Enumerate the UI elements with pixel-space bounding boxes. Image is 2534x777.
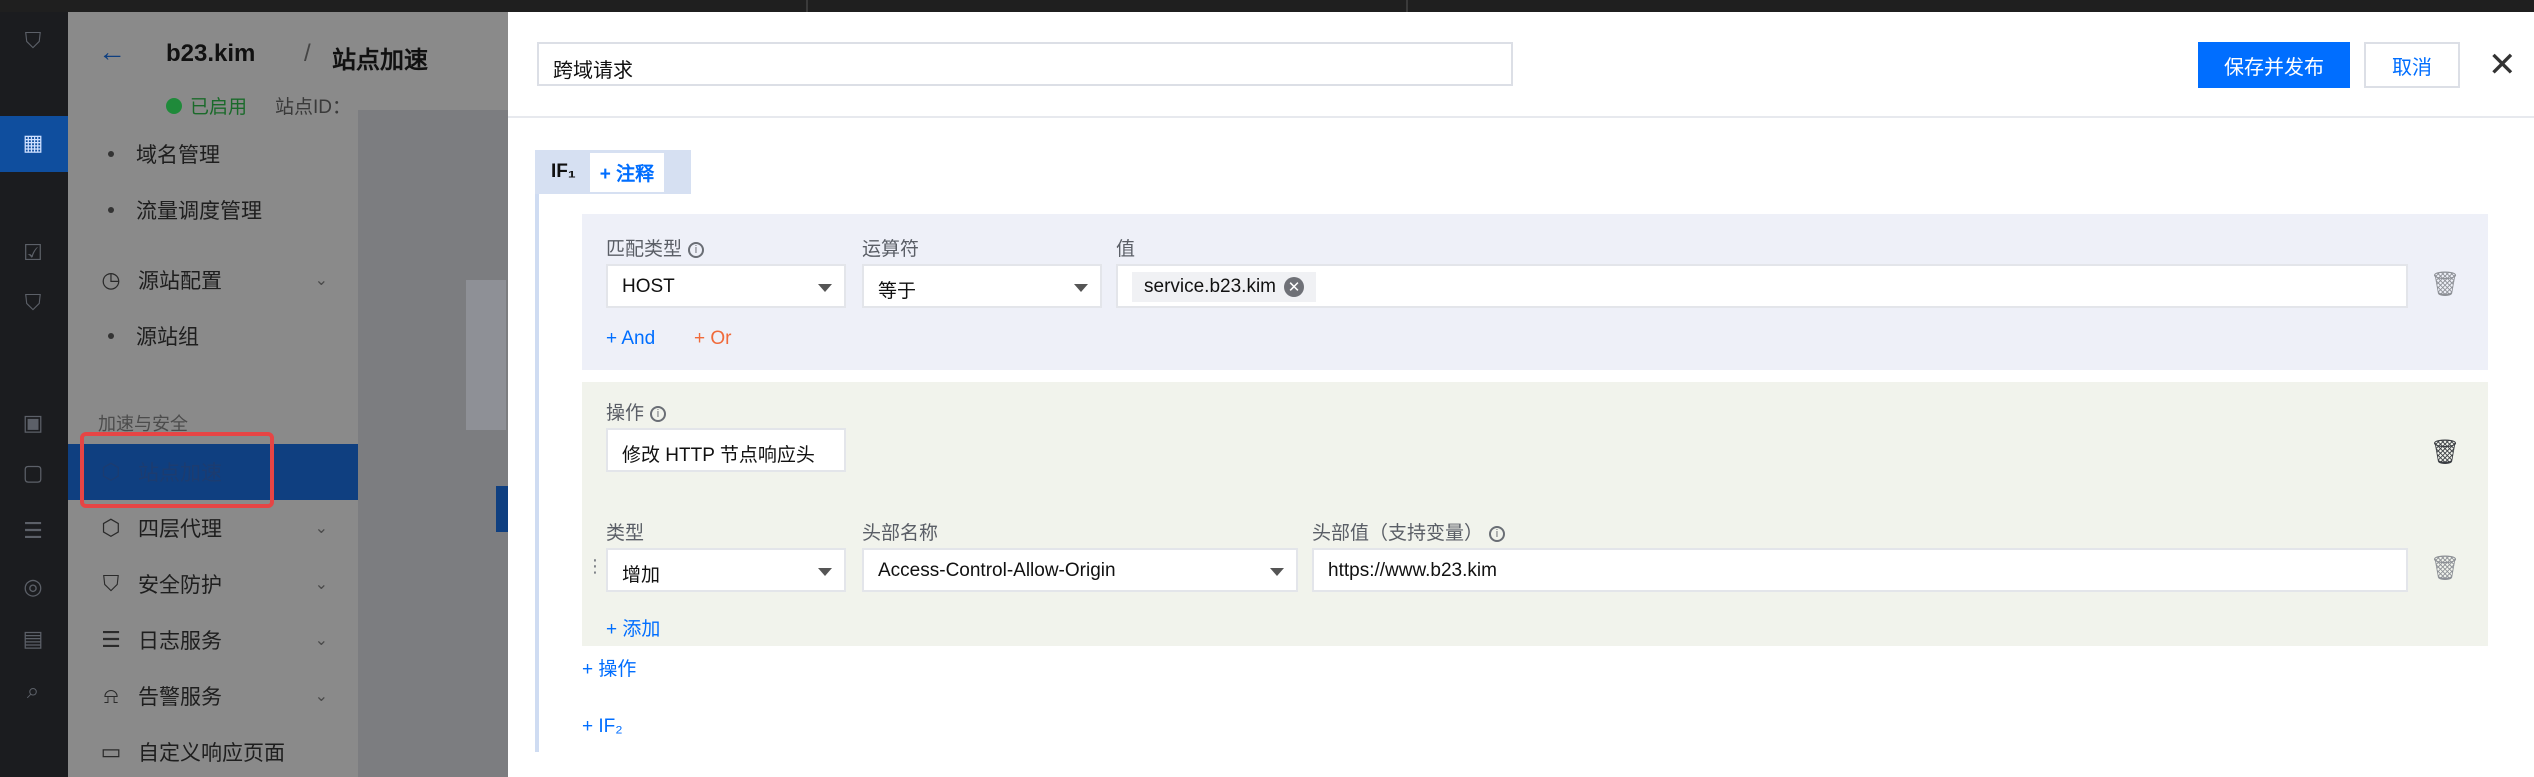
operation-select[interactable]: 修改 HTTP 节点响应头 <box>606 428 846 472</box>
sidebar-item-alerts[interactable]: ⍾ 告警服务 ⌄ <box>68 668 358 724</box>
list-icon[interactable]: ▤ <box>18 624 48 654</box>
shield-check-icon[interactable]: ⛉ <box>18 288 48 318</box>
status-dot-icon <box>166 97 182 114</box>
type-select[interactable]: 增加 <box>606 548 846 592</box>
add-operation-button[interactable]: + 操作 <box>582 654 636 681</box>
top-bar-divider <box>806 0 808 12</box>
add-header-button[interactable]: + 添加 <box>606 614 660 641</box>
value-tag: service.b23.kim ✕ <box>1132 272 1316 302</box>
status-row: 已启用 站点ID： <box>166 92 351 119</box>
header-name-select[interactable]: Access-Control-Allow-Origin <box>862 548 1298 592</box>
bullet-icon <box>108 333 114 339</box>
caret-down-icon <box>1074 284 1088 292</box>
shield-logo-icon[interactable]: ⛉ <box>18 26 48 56</box>
caret-down-icon <box>818 568 832 576</box>
alarm-icon: ⍾ <box>103 683 119 708</box>
layers-icon[interactable]: ☰ <box>18 516 48 546</box>
sidebar-item-domain[interactable]: 域名管理 <box>68 126 358 182</box>
sidebar-item-l4-proxy[interactable]: ⬡ 四层代理 ⌄ <box>68 500 358 556</box>
match-type-value: HOST <box>622 276 675 297</box>
value-tag-text: service.b23.kim <box>1144 276 1276 297</box>
sidebar-item-security[interactable]: ⛉ 安全防护 ⌄ <box>68 556 358 612</box>
rule-name-input[interactable]: 跨域请求 <box>537 42 1513 86</box>
condition-panel: 匹配类型 i 运算符 值 HOST 等于 service.b23.kim ✕ 🗑 … <box>582 214 2488 370</box>
save-publish-button[interactable]: 保存并发布 <box>2198 42 2350 88</box>
match-type-select[interactable]: HOST <box>606 264 846 308</box>
sidebar-item-origin-config[interactable]: ◷ 源站配置 ⌄ <box>68 252 358 308</box>
back-arrow-icon[interactable]: ← <box>98 36 126 68</box>
sidebar-item-custom-pages[interactable]: ▭ 自定义响应页面 <box>68 724 358 777</box>
page-title: 站点加速 <box>332 47 428 74</box>
info-icon[interactable]: i <box>1489 525 1506 542</box>
icon-rail: ⛉ ▦ ☑ ⛉ ▣ ▢ ☰ ◎ ▤ ⌕ <box>0 12 68 777</box>
history-icon: ◷ <box>101 267 121 292</box>
if-block-line <box>535 192 539 752</box>
screen-icon[interactable]: ▢ <box>18 458 48 488</box>
cancel-button[interactable]: 取消 <box>2364 42 2460 88</box>
header-name-value: Access-Control-Allow-Origin <box>878 560 1116 581</box>
highlight-box <box>80 432 274 508</box>
operator-label: 运算符 <box>862 239 920 260</box>
add-if-button[interactable]: + IF₂ <box>582 716 623 738</box>
type-value: 增加 <box>622 565 661 586</box>
status-badge: 已启用 <box>190 97 248 118</box>
header-name-label: 头部名称 <box>862 523 939 544</box>
add-or-button[interactable]: + Or <box>694 328 731 350</box>
rule-editor-drawer: 跨域请求 保存并发布 取消 ✕ IF₁ + 注释 匹配类型 i 运算符 值 HOS… <box>508 12 2534 777</box>
page-header: ← b23.kim / 站点加速 已启用 站点ID： <box>68 12 508 118</box>
checklist-icon[interactable]: ☑ <box>18 238 48 268</box>
operation-label: 操作 i <box>606 398 667 425</box>
remove-tag-icon[interactable]: ✕ <box>1284 277 1304 297</box>
header-value-input[interactable]: https://www.b23.kim <box>1312 548 2408 592</box>
info-icon[interactable]: i <box>688 241 705 258</box>
page-content <box>358 110 508 777</box>
scrollbar[interactable] <box>2510 12 2522 777</box>
if-label: IF₁ <box>551 161 576 182</box>
operator-value: 等于 <box>878 281 917 302</box>
header-value-label: 头部值（支持变量） i <box>1312 518 1506 545</box>
page-icon: ▭ <box>100 739 122 764</box>
site-name[interactable]: b23.kim <box>166 40 255 68</box>
trash-icon[interactable]: 🗑 <box>2430 438 2460 467</box>
trash-icon[interactable]: 🗑 <box>2430 554 2460 583</box>
top-bar-divider <box>1406 0 1408 12</box>
search-icon[interactable]: ⌕ <box>18 676 48 706</box>
top-bar <box>0 0 2534 12</box>
type-label: 类型 <box>606 523 645 544</box>
bullet-icon <box>108 207 114 213</box>
sidebar-item-logs[interactable]: ☰ 日志服务 ⌄ <box>68 612 358 668</box>
caret-down-icon <box>1270 568 1284 576</box>
chevron-down-icon: ⌄ <box>314 520 328 537</box>
caret-down-icon <box>818 284 832 292</box>
chevron-down-icon: ⌄ <box>314 688 328 705</box>
value-label: 值 <box>1116 239 1136 260</box>
log-list-icon: ☰ <box>101 627 121 652</box>
chevron-down-icon: ⌄ <box>314 632 328 649</box>
value-tag-input[interactable]: service.b23.kim ✕ <box>1116 264 2408 308</box>
info-icon[interactable]: i <box>650 405 667 422</box>
grid-icon[interactable]: ▦ <box>18 128 48 158</box>
monitor-icon[interactable]: ▣ <box>18 408 48 438</box>
if-block-tag: IF₁ + 注释 <box>535 150 691 194</box>
site-id-label: 站点ID： <box>275 97 352 118</box>
drawer-header: 跨域请求 保存并发布 取消 ✕ <box>508 12 2534 118</box>
action-panel: 操作 i 修改 HTTP 节点响应头 🗑 类型 头部名称 头部值（支持变量） i ⋮… <box>582 382 2488 646</box>
content-card <box>466 280 506 430</box>
add-note-button[interactable]: + 注释 <box>589 152 665 192</box>
sidebar-item-origin-group[interactable]: 源站组 <box>68 308 358 364</box>
content-button <box>496 486 508 532</box>
sidebar-item-traffic[interactable]: 流量调度管理 <box>68 182 358 238</box>
operator-select[interactable]: 等于 <box>862 264 1102 308</box>
match-type-label: 匹配类型 i <box>606 234 705 261</box>
trash-icon[interactable]: 🗑 <box>2430 270 2460 299</box>
chevron-down-icon: ⌄ <box>314 576 328 593</box>
add-and-button[interactable]: + And <box>606 328 655 350</box>
proxy-icon: ⬡ <box>101 515 121 540</box>
breadcrumb-separator: / <box>304 40 311 67</box>
chevron-down-icon: ⌄ <box>314 272 328 289</box>
globe-icon[interactable]: ◎ <box>18 572 48 602</box>
shield-icon: ⛉ <box>102 571 120 596</box>
bullet-icon <box>108 151 114 157</box>
